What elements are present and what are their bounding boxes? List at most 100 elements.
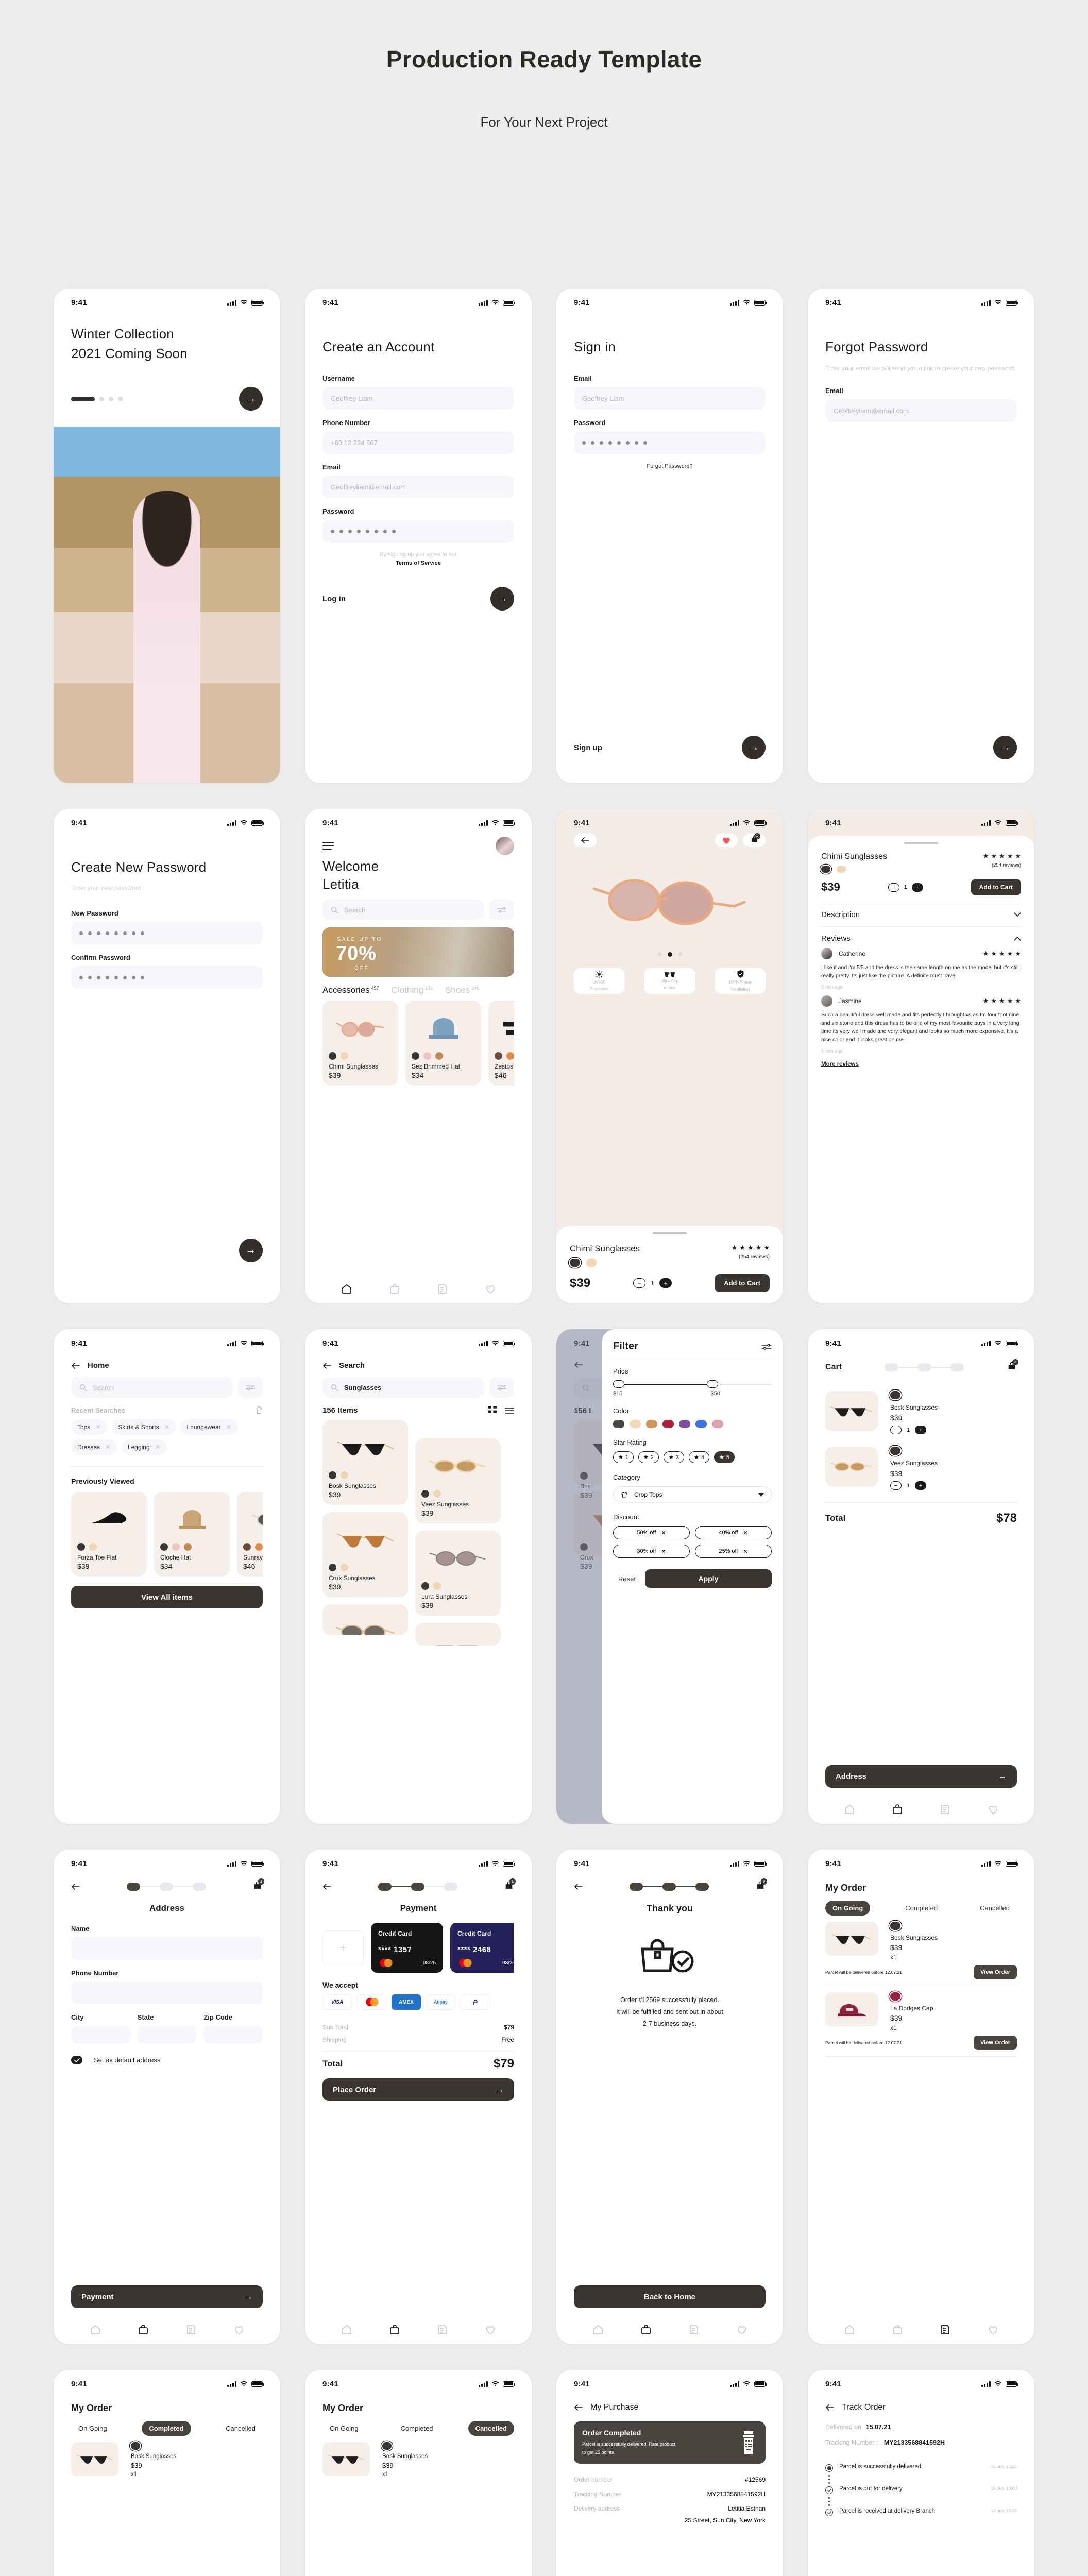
product-card[interactable]: Cloche Hat $34	[154, 1492, 230, 1577]
color-swatches[interactable]	[329, 1564, 402, 1571]
tab-cancelled[interactable]: Cancelled	[218, 2421, 263, 2436]
view-order-button[interactable]: View Order	[974, 1965, 1017, 1979]
discount-chip[interactable]: 40% off ✕	[695, 1526, 772, 1539]
home-icon[interactable]	[341, 1283, 353, 1295]
back-to-home-button[interactable]: Back to Home	[574, 2285, 766, 2308]
discount-chip[interactable]: 50% off ✕	[613, 1526, 690, 1539]
close-icon[interactable]: ✕	[95, 1423, 101, 1431]
category-tab-clothing[interactable]: Clothing 128	[392, 985, 433, 995]
back-icon[interactable]	[71, 1362, 80, 1369]
heart-icon[interactable]	[484, 2324, 497, 2336]
menu-icon[interactable]	[322, 842, 334, 850]
orders-icon[interactable]	[436, 1283, 449, 1295]
email-input[interactable]: Geoffrey Liam	[574, 387, 766, 410]
quantity-stepper[interactable]: − 1 +	[890, 1426, 938, 1434]
previously-carousel[interactable]: Forza Toe Flat $39 Cloche Hat $34 Sunray…	[71, 1492, 263, 1577]
zip-input[interactable]	[203, 2026, 263, 2043]
credit-card[interactable]: Credit Card **** 1357 08/25	[371, 1923, 443, 1973]
place-order-button[interactable]: Place Order →	[322, 2078, 514, 2101]
bag-icon[interactable]	[891, 2324, 904, 2336]
tab-ongoing[interactable]: On Going	[322, 2421, 366, 2436]
close-icon[interactable]: ✕	[743, 1530, 747, 1536]
sheet-handle[interactable]	[653, 1232, 687, 1234]
rating-option-3[interactable]: ★ 3	[664, 1451, 684, 1463]
more-reviews-link[interactable]: More reviews	[821, 1061, 1021, 1067]
color-swatches[interactable]	[421, 1490, 495, 1498]
filter-icon[interactable]	[761, 1343, 772, 1350]
checkbox-checked-icon[interactable]	[71, 2056, 82, 2064]
orders-icon[interactable]	[436, 2324, 449, 2336]
sheet-handle[interactable]	[904, 842, 938, 844]
color-swatches[interactable]	[77, 1543, 141, 1551]
email-input[interactable]: Geoffreyliam@email.com	[322, 476, 514, 498]
tab-cancelled[interactable]: Cancelled	[973, 1901, 1017, 1916]
forgot-password-link[interactable]: Forgot Password?	[574, 463, 766, 469]
cards-carousel[interactable]: + Credit Card **** 1357 08/25 Credit Car…	[322, 1923, 514, 1973]
favorite-button[interactable]	[715, 834, 738, 847]
qty-decrease-button[interactable]: −	[633, 1278, 646, 1288]
category-tab-accessories[interactable]: Accessories 457	[322, 985, 379, 995]
tab-ongoing[interactable]: On Going	[825, 1901, 871, 1916]
submit-button[interactable]: →	[490, 587, 514, 611]
discount-chip[interactable]: 25% off ✕	[695, 1545, 772, 1558]
tab-ongoing[interactable]: On Going	[71, 2421, 114, 2436]
filter-button[interactable]	[489, 900, 514, 921]
trash-icon[interactable]	[256, 1406, 263, 1414]
orders-icon[interactable]	[185, 2324, 197, 2336]
cart-button[interactable]: 2	[1007, 1359, 1018, 1374]
heart-icon[interactable]	[233, 2324, 245, 2336]
quantity-stepper[interactable]: − 1 +	[633, 1278, 672, 1288]
product-card[interactable]: Forza Toe Flat $39	[71, 1492, 147, 1577]
search-input[interactable]: Sunglasses	[322, 1377, 484, 1398]
rating-option-2[interactable]: ★ 2	[638, 1451, 659, 1463]
recent-chip[interactable]: Legging ✕	[121, 1439, 167, 1455]
submit-button[interactable]: →	[993, 736, 1017, 759]
back-button[interactable]	[574, 834, 597, 847]
next-button[interactable]: →	[239, 387, 263, 411]
color-swatches[interactable]	[421, 1582, 495, 1590]
view-order-button[interactable]: View Order	[974, 2036, 1017, 2050]
orders-icon[interactable]	[939, 1803, 951, 1816]
image-pager[interactable]	[556, 952, 783, 957]
product-carousel[interactable]: Chimi Sunglasses $39 Sez Brimmed Hat $34	[322, 1001, 514, 1086]
payment-button[interactable]: Payment →	[71, 2285, 263, 2308]
home-icon[interactable]	[89, 2324, 101, 2336]
close-icon[interactable]: ✕	[661, 1548, 666, 1555]
tab-completed[interactable]: Completed	[898, 1901, 945, 1916]
home-icon[interactable]	[843, 2324, 856, 2336]
apply-button[interactable]: Apply	[644, 1569, 772, 1588]
qty-increase-button[interactable]: +	[915, 1426, 927, 1434]
heart-icon[interactable]	[987, 1803, 999, 1816]
search-input[interactable]: Search	[71, 1377, 233, 1398]
product-card[interactable]: Veez Sunglasses $39	[415, 1438, 501, 1523]
avatar[interactable]	[496, 837, 514, 855]
rating-option-1[interactable]: ★ 1	[613, 1451, 634, 1463]
heart-icon[interactable]	[736, 2324, 748, 2336]
state-input[interactable]	[137, 2026, 197, 2043]
password-input[interactable]	[322, 520, 514, 543]
list-view-icon[interactable]	[505, 1407, 514, 1414]
product-card[interactable]: Sez Brimmed Hat $34	[405, 1001, 481, 1086]
filter-button[interactable]	[489, 1377, 514, 1398]
quantity-stepper[interactable]: − 1 +	[890, 1481, 938, 1490]
back-icon[interactable]	[71, 1884, 80, 1890]
tab-completed[interactable]: Completed	[142, 2421, 191, 2436]
back-icon[interactable]	[574, 1884, 583, 1890]
color-swatches[interactable]	[412, 1052, 475, 1060]
product-card[interactable]: Crux Sunglasses $39	[322, 1512, 408, 1597]
category-tab-shoes[interactable]: Shoes 246	[445, 985, 479, 995]
qty-decrease-button[interactable]: −	[888, 883, 899, 892]
promo-banner[interactable]: SALE UP TO 70% OFF	[322, 927, 514, 977]
cart-button[interactable]: 0	[755, 1878, 767, 1893]
home-icon[interactable]	[341, 2324, 353, 2336]
color-swatches[interactable]	[570, 1259, 640, 1267]
tab-completed[interactable]: Completed	[394, 2421, 440, 2436]
color-swatches[interactable]	[243, 1543, 263, 1551]
color-swatches[interactable]	[329, 1471, 402, 1479]
recent-chip[interactable]: Skirts & Shorts ✕	[112, 1419, 176, 1435]
submit-button[interactable]: →	[239, 1239, 263, 1262]
price-max-handle[interactable]	[707, 1380, 718, 1388]
close-icon[interactable]: ✕	[743, 1548, 747, 1555]
price-slider[interactable]	[613, 1380, 772, 1388]
grid-view-icon[interactable]	[488, 1406, 497, 1415]
